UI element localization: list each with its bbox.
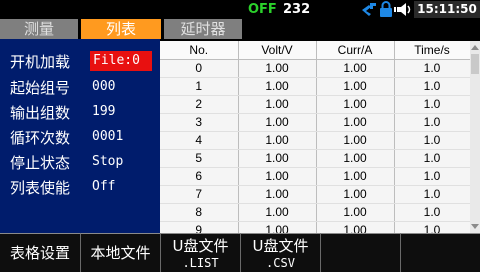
list-enable-value[interactable]: Off — [92, 179, 115, 194]
cell-time[interactable]: 1.0 — [394, 185, 471, 204]
setting-label: 循环次数 — [10, 129, 71, 147]
setting-cycles[interactable]: 循环次数 0001 — [0, 127, 160, 147]
cell-curr[interactable]: 1.00 — [316, 77, 395, 96]
cell-curr[interactable]: 1.00 — [316, 59, 395, 78]
cell-volt[interactable]: 1.00 — [238, 167, 317, 186]
column-header-volt: Volt/V — [238, 41, 317, 60]
softkey-empty-6[interactable] — [400, 233, 480, 272]
softkey-empty-5[interactable] — [320, 233, 400, 272]
column-header-no: No. — [160, 41, 239, 60]
cell-volt[interactable]: 1.00 — [238, 203, 317, 222]
cell-no[interactable]: 1 — [160, 77, 239, 96]
table-body: 0 1.00 1.00 1.0 1 1.00 1.00 1.0 2 1.00 1.00 1.0 3 1.0… — [160, 59, 471, 240]
list-table: No. Volt/V Curr/A Time/s 0 1.00 1.00 1.0 1 1.… — [160, 41, 480, 240]
tab-delay-timer[interactable]: 延时器 — [164, 19, 242, 39]
table-row[interactable]: 5 1.00 1.00 1.0 — [160, 149, 471, 168]
scroll-thumb[interactable] — [471, 54, 479, 74]
table-row[interactable]: 3 1.00 1.00 1.0 — [160, 113, 471, 132]
table-row[interactable]: 2 1.00 1.00 1.0 — [160, 95, 471, 114]
cycles-value[interactable]: 0001 — [92, 129, 123, 144]
status-bar: OFF 232 15:11:50 — [0, 0, 480, 19]
status-icons — [360, 1, 416, 18]
scroll-down-icon[interactable] — [470, 222, 480, 232]
lock-icon — [380, 1, 392, 17]
cell-curr[interactable]: 1.00 — [316, 185, 395, 204]
cell-time[interactable]: 1.0 — [394, 95, 471, 114]
table-row[interactable]: 8 1.00 1.00 1.0 — [160, 203, 471, 222]
cell-volt[interactable]: 1.00 — [238, 59, 317, 78]
setting-label: 开机加载 — [10, 53, 71, 71]
cell-curr[interactable]: 1.00 — [316, 95, 395, 114]
column-header-time: Time/s — [394, 41, 471, 60]
table-row[interactable]: 1 1.00 1.00 1.0 — [160, 77, 471, 96]
cell-no[interactable]: 7 — [160, 185, 239, 204]
usb-icon — [362, 3, 376, 16]
cell-time[interactable]: 1.0 — [394, 59, 471, 78]
setting-label: 列表使能 — [10, 179, 71, 197]
cell-curr[interactable]: 1.00 — [316, 113, 395, 132]
softkey-label: 本地文件 — [90, 244, 151, 262]
table-row[interactable]: 4 1.00 1.00 1.0 — [160, 131, 471, 150]
setting-stop-state[interactable]: 停止状态 Stop — [0, 152, 160, 172]
softkey-local-files[interactable]: 本地文件 — [80, 233, 160, 272]
cell-time[interactable]: 1.0 — [394, 167, 471, 186]
speaker-icon — [394, 3, 411, 16]
output-state-indicator: OFF — [248, 2, 277, 17]
tab-measure[interactable]: 测量 — [0, 19, 78, 39]
cell-time[interactable]: 1.0 — [394, 131, 471, 150]
table-scrollbar[interactable] — [470, 41, 480, 233]
list-settings-panel: 开机加载 File:0 起始组号 000 输出组数 199 循环次数 0001 … — [0, 39, 160, 233]
cell-volt[interactable]: 1.00 — [238, 113, 317, 132]
cell-volt[interactable]: 1.00 — [238, 77, 317, 96]
table-row[interactable]: 7 1.00 1.00 1.0 — [160, 185, 471, 204]
cell-no[interactable]: 5 — [160, 149, 239, 168]
status-value: 232 — [283, 2, 311, 17]
softkey-sublabel: .LIST — [182, 256, 219, 270]
table-header-row: No. Volt/V Curr/A Time/s — [160, 41, 471, 60]
softkey-usb-list[interactable]: U盘文件 .LIST — [160, 233, 240, 272]
cell-no[interactable]: 4 — [160, 131, 239, 150]
cell-time[interactable]: 1.0 — [394, 77, 471, 96]
cell-time[interactable]: 1.0 — [394, 113, 471, 132]
cell-curr[interactable]: 1.00 — [316, 203, 395, 222]
softkey-sublabel: .CSV — [266, 256, 295, 270]
start-group-value[interactable]: 000 — [92, 79, 115, 94]
table-row[interactable]: 0 1.00 1.00 1.0 — [160, 59, 471, 78]
column-header-curr: Curr/A — [316, 41, 395, 60]
cell-no[interactable]: 0 — [160, 59, 239, 78]
softkey-table-settings[interactable]: 表格设置 — [0, 233, 80, 272]
cell-volt[interactable]: 1.00 — [238, 131, 317, 150]
cell-time[interactable]: 1.0 — [394, 203, 471, 222]
softkey-label: U盘文件 — [172, 237, 229, 255]
cell-curr[interactable]: 1.00 — [316, 149, 395, 168]
cell-time[interactable]: 1.0 — [394, 149, 471, 168]
softkey-usb-csv[interactable]: U盘文件 .CSV — [240, 233, 320, 272]
softkey-bar: 表格设置 本地文件 U盘文件 .LIST U盘文件 .CSV — [0, 233, 480, 272]
cell-curr[interactable]: 1.00 — [316, 167, 395, 186]
power-on-load-value[interactable]: File:0 — [90, 51, 152, 71]
cell-volt[interactable]: 1.00 — [238, 95, 317, 114]
setting-label: 停止状态 — [10, 154, 71, 172]
softkey-label: 表格设置 — [9, 244, 70, 262]
softkey-label: U盘文件 — [252, 237, 309, 255]
stop-state-value[interactable]: Stop — [92, 154, 123, 169]
cell-no[interactable]: 8 — [160, 203, 239, 222]
setting-label: 输出组数 — [10, 104, 71, 122]
setting-label: 起始组号 — [10, 79, 71, 97]
setting-list-enable[interactable]: 列表使能 Off — [0, 177, 160, 197]
cell-volt[interactable]: 1.00 — [238, 149, 317, 168]
cell-no[interactable]: 2 — [160, 95, 239, 114]
scroll-up-icon[interactable] — [470, 42, 480, 52]
cell-no[interactable]: 3 — [160, 113, 239, 132]
cell-curr[interactable]: 1.00 — [316, 131, 395, 150]
tab-list[interactable]: 列表 — [81, 19, 161, 39]
table-row[interactable]: 6 1.00 1.00 1.0 — [160, 167, 471, 186]
output-groups-value[interactable]: 199 — [92, 104, 115, 119]
setting-power-on-load[interactable]: 开机加载 File:0 — [0, 51, 160, 71]
clock: 15:11:50 — [414, 1, 480, 18]
setting-output-groups[interactable]: 输出组数 199 — [0, 102, 160, 122]
cell-no[interactable]: 6 — [160, 167, 239, 186]
cell-volt[interactable]: 1.00 — [238, 185, 317, 204]
setting-start-group[interactable]: 起始组号 000 — [0, 77, 160, 97]
